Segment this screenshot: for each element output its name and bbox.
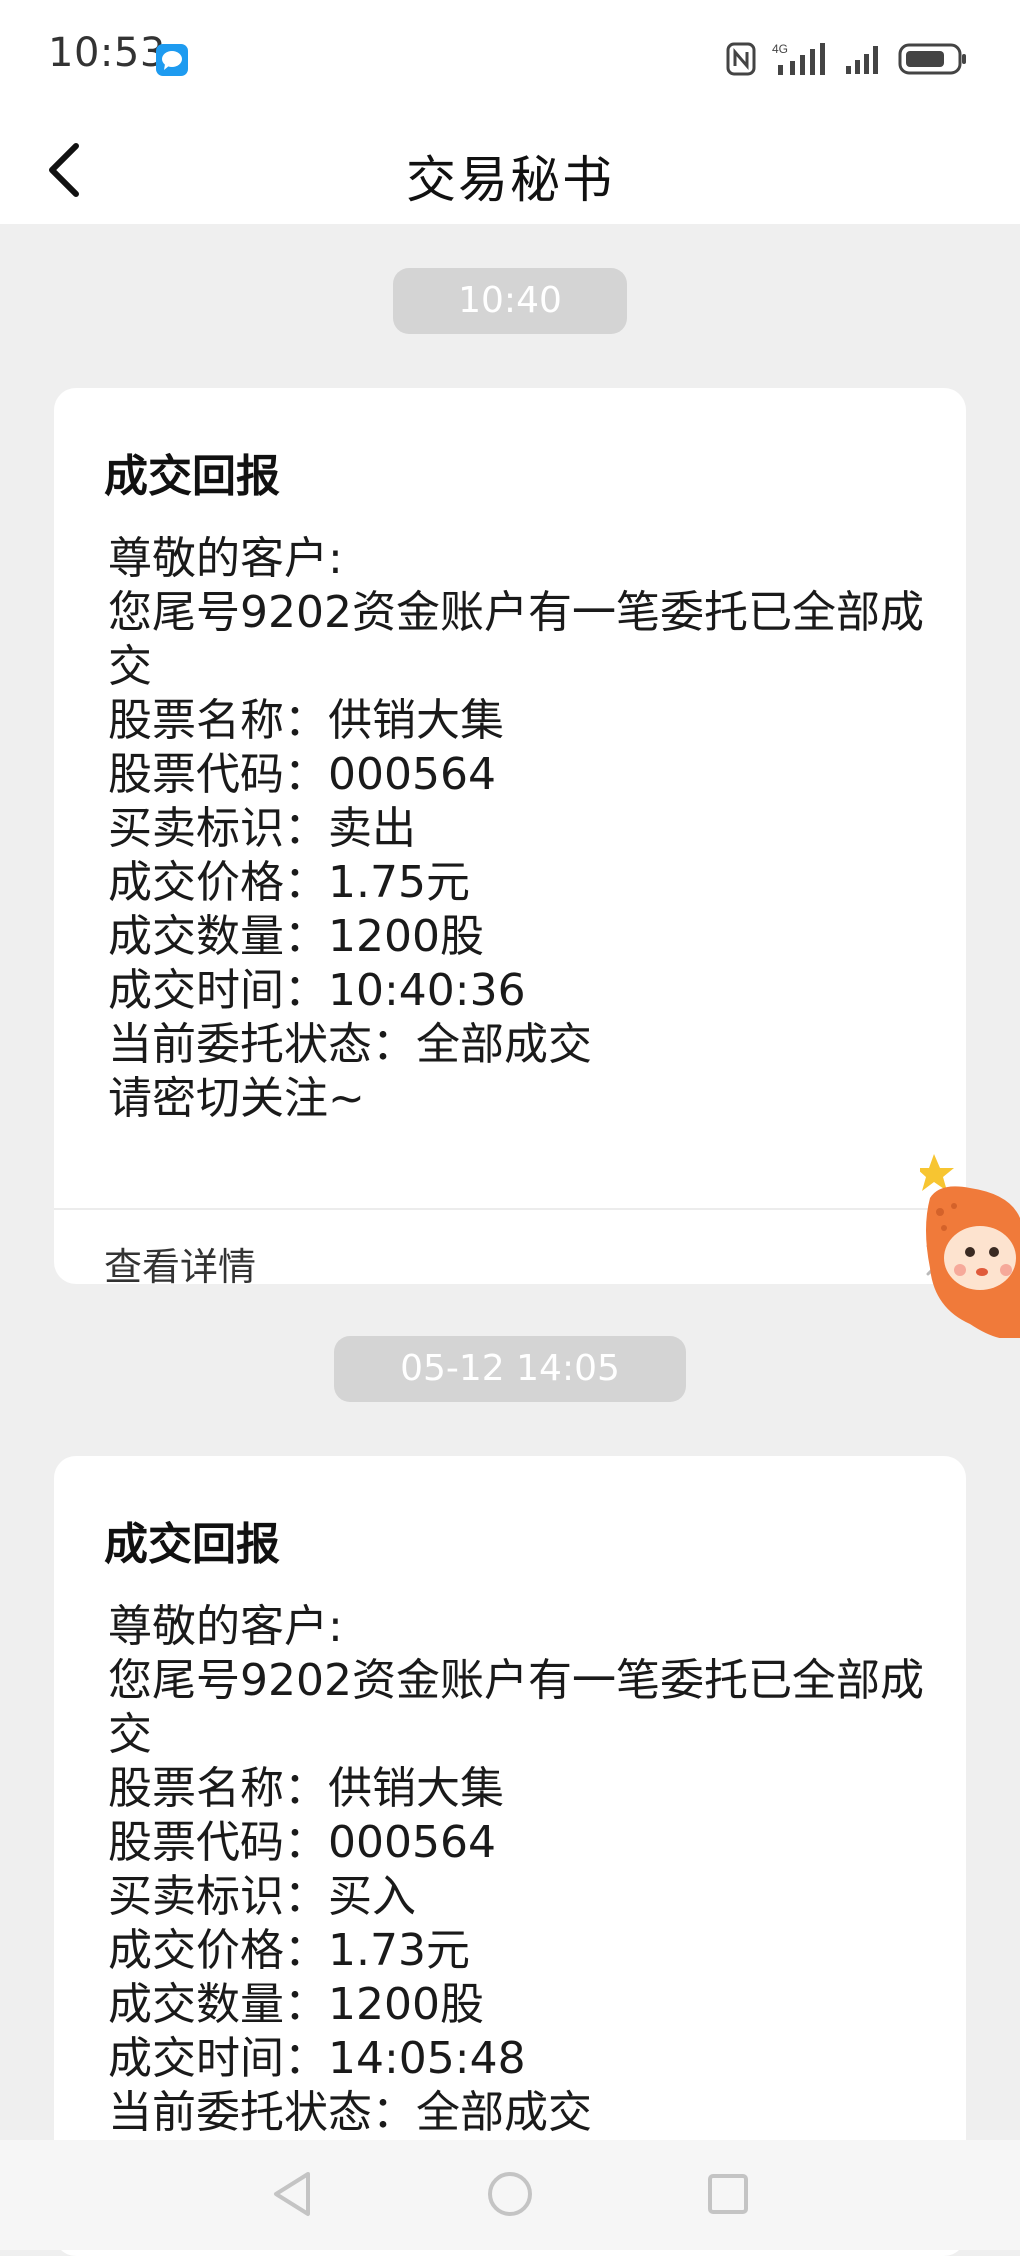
trade-report-card: 成交回报 尊敬的客户: 您尾号9202资金账户有一笔委托已全部成交 股票名称：供… bbox=[54, 388, 966, 1284]
mascot-float-widget[interactable] bbox=[916, 1148, 1020, 1340]
message-notification-icon bbox=[156, 44, 188, 76]
header: 交易秘书 bbox=[0, 120, 1020, 224]
order-status-text: 当前委托状态：全部成交 bbox=[108, 1019, 592, 1070]
order-status-text: 当前委托状态：全部成交 bbox=[108, 2087, 592, 2138]
card-title: 成交回报 bbox=[104, 1519, 280, 1570]
price-text: 成交价格：1.73元 bbox=[108, 1925, 470, 1976]
view-details-label: 查看详情 bbox=[104, 1245, 257, 1284]
closing-text: 请密切关注~ bbox=[108, 1073, 365, 1124]
triangle-back-icon bbox=[268, 2168, 316, 2224]
price-text: 成交价格：1.75元 bbox=[108, 857, 470, 908]
status-bar: 10:53 4G bbox=[0, 0, 1020, 120]
greeting-text: 尊敬的客户: bbox=[108, 533, 343, 584]
system-nav-bar bbox=[0, 2140, 1020, 2250]
quantity-text: 成交数量：1200股 bbox=[108, 911, 484, 962]
nav-home-button[interactable] bbox=[480, 2166, 540, 2226]
trade-report-card: 成交回报 尊敬的客户: 您尾号9202资金账户有一笔委托已全部成交 股票名称：供… bbox=[54, 1456, 966, 2256]
notice-text: 您尾号9202资金账户有一笔委托已全部成交 bbox=[108, 1655, 924, 1760]
signal-strength-icon bbox=[844, 42, 884, 80]
network-label: 4G bbox=[772, 42, 788, 56]
nfc-icon bbox=[726, 42, 756, 80]
card-body: 尊敬的客户: 您尾号9202资金账户有一笔委托已全部成交 股票名称：供销大集 股… bbox=[108, 532, 948, 1126]
trade-side-text: 买卖标识：卖出 bbox=[108, 803, 416, 854]
greeting-text: 尊敬的客户: bbox=[108, 1601, 343, 1652]
status-icons: 4G bbox=[726, 38, 968, 84]
battery-icon bbox=[898, 42, 968, 80]
trade-time-text: 成交时间：14:05:48 bbox=[108, 2033, 526, 2084]
status-time: 10:53 bbox=[48, 30, 166, 76]
message-timestamp: 10:40 bbox=[393, 268, 627, 334]
card-body: 尊敬的客户: 您尾号9202资金账户有一笔委托已全部成交 股票名称：供销大集 股… bbox=[108, 1600, 948, 2140]
stock-name-text: 股票名称：供销大集 bbox=[108, 1763, 504, 1814]
trade-time-text: 成交时间：10:40:36 bbox=[108, 965, 526, 1016]
card-title: 成交回报 bbox=[104, 451, 280, 502]
notice-text: 您尾号9202资金账户有一笔委托已全部成交 bbox=[108, 587, 924, 692]
square-recents-icon bbox=[704, 2170, 752, 2222]
cellular-signal-icon: 4G bbox=[770, 41, 830, 81]
view-details-link[interactable]: 查看详情 bbox=[54, 1210, 966, 1284]
stock-code-text: 股票代码：000564 bbox=[108, 1817, 496, 1868]
stock-name-text: 股票名称：供销大集 bbox=[108, 695, 504, 746]
nav-recents-button[interactable] bbox=[698, 2166, 758, 2226]
page-title: 交易秘书 bbox=[406, 151, 614, 209]
stock-code-text: 股票代码：000564 bbox=[108, 749, 496, 800]
nav-back-button[interactable] bbox=[262, 2166, 322, 2226]
trade-side-text: 买卖标识：买入 bbox=[108, 1871, 416, 1922]
quantity-text: 成交数量：1200股 bbox=[108, 1979, 484, 2030]
circle-home-icon bbox=[484, 2168, 536, 2224]
message-timestamp: 05-12 14:05 bbox=[334, 1336, 686, 1402]
